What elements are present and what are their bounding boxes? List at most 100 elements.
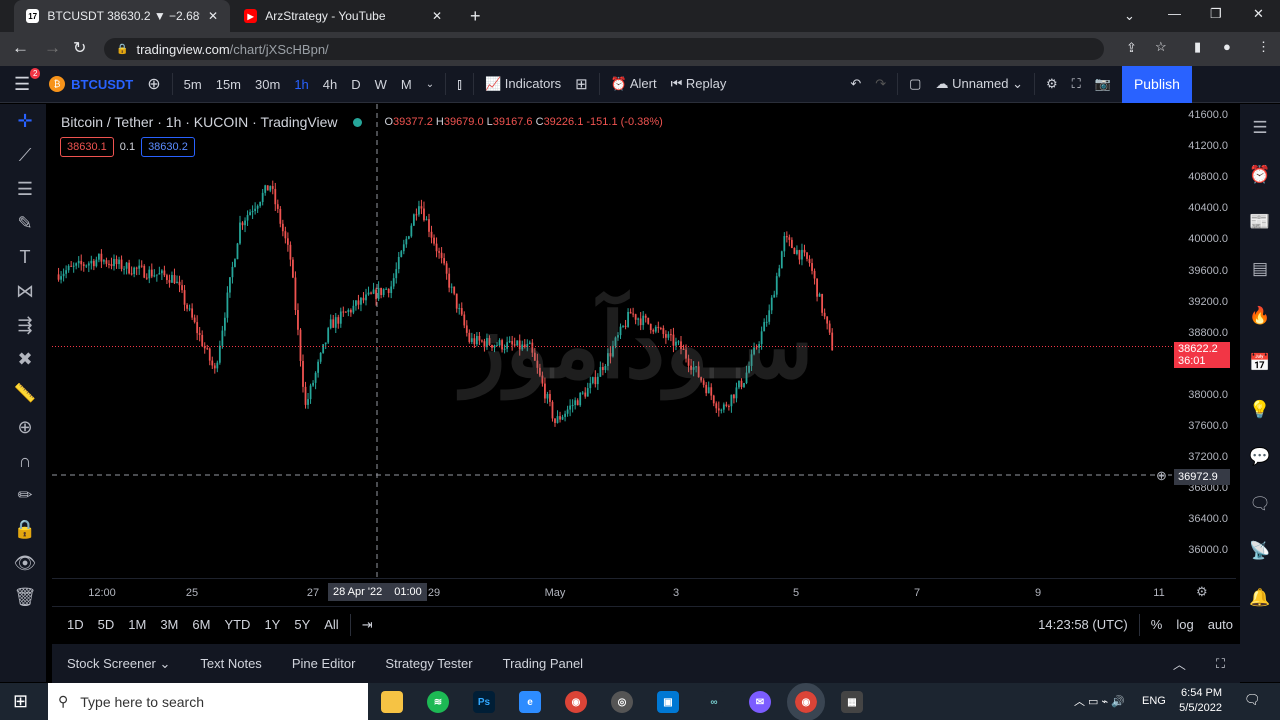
hide-drawings-icon[interactable]: 👁 bbox=[0, 546, 50, 580]
data-window-icon[interactable]: ▤ bbox=[1240, 245, 1280, 292]
chats-icon[interactable]: 💬 bbox=[1240, 433, 1280, 480]
app-icon[interactable]: ∞ bbox=[703, 691, 725, 713]
ideas-bulb-icon[interactable]: 💡 bbox=[1240, 386, 1280, 433]
menu-icon[interactable]: ⋮ bbox=[1257, 39, 1270, 55]
alerts-clock-icon[interactable]: ⏰ bbox=[1240, 151, 1280, 198]
chart-pane[interactable]: سـودآموز Bitcoin / Tether · 1h · KUCOIN … bbox=[52, 104, 1172, 578]
price-axis[interactable]: 41600.0 41200.0 40800.0 40400.0 40000.0 39600… bbox=[1172, 104, 1236, 578]
messenger-icon[interactable]: ✉ bbox=[749, 691, 771, 713]
interval-M[interactable]: M bbox=[394, 77, 419, 92]
notification-center-icon[interactable]: 🗨 bbox=[1244, 692, 1261, 708]
brush-tool-icon[interactable]: ✎ bbox=[0, 206, 50, 240]
stay-drawing-icon[interactable]: ✏ bbox=[0, 478, 50, 512]
pattern-tool-icon[interactable]: ⋈ bbox=[0, 274, 50, 308]
percent-scale-toggle[interactable]: % bbox=[1144, 617, 1170, 632]
calendar-icon[interactable]: 📅 bbox=[1240, 339, 1280, 386]
close-window-icon[interactable]: ✕ bbox=[1253, 6, 1264, 22]
collapse-panel-icon[interactable]: ︿ bbox=[1158, 654, 1201, 673]
back-icon[interactable]: ← bbox=[12, 38, 29, 58]
clock-timezone[interactable]: 14:23:58 (UTC) bbox=[1031, 617, 1135, 632]
edge-icon[interactable]: e bbox=[519, 691, 541, 713]
layout-name-button[interactable]: ☁ Unnamed ⌄ bbox=[928, 76, 1030, 92]
bookmark-star-icon[interactable]: ☆ bbox=[1155, 39, 1167, 55]
news-icon[interactable]: 📰 bbox=[1240, 198, 1280, 245]
url-input[interactable]: 🔒 tradingview.com/chart/jXScHBpn/ bbox=[104, 38, 1104, 60]
tab-trading-panel[interactable]: Trading Panel bbox=[488, 656, 598, 671]
interval-15m[interactable]: 15m bbox=[209, 77, 248, 92]
fib-tool-icon[interactable]: ☰ bbox=[0, 172, 50, 206]
indicators-button[interactable]: 📈 Indicators bbox=[478, 76, 568, 92]
settings-gear-icon[interactable]: ⚙ bbox=[1039, 76, 1065, 92]
redo-icon[interactable]: ↷ bbox=[868, 76, 893, 92]
goto-date-icon[interactable]: ⇥ bbox=[355, 617, 380, 633]
symbol-search-button[interactable]: BTCUSDT bbox=[65, 77, 140, 92]
spotify-icon[interactable]: ≋ bbox=[427, 691, 449, 713]
remove-drawings-icon[interactable]: ✖ bbox=[0, 342, 50, 376]
tab-search-icon[interactable]: ⌄ bbox=[1124, 8, 1135, 24]
share-icon[interactable]: ⇪ bbox=[1126, 40, 1137, 56]
axis-settings-gear-icon[interactable]: ⚙ bbox=[1196, 584, 1208, 600]
range-ytd[interactable]: YTD bbox=[217, 617, 257, 632]
main-menu-icon[interactable]: ☰ 2 bbox=[0, 67, 41, 95]
tab-pine-editor[interactable]: Pine Editor bbox=[277, 656, 371, 671]
chat-icon[interactable]: 🗨 bbox=[1240, 480, 1280, 527]
buy-button[interactable]: 38630.2 bbox=[141, 137, 195, 157]
tab-stock-screener[interactable]: Stock Screener ⌄ bbox=[52, 656, 185, 672]
tab-tradingview[interactable]: 17 BTCUSDT 38630.2 ▼ −2.68% Un ✕ bbox=[14, 0, 230, 32]
log-scale-toggle[interactable]: log bbox=[1169, 617, 1200, 632]
tab-youtube[interactable]: ▶ ArzStrategy - YouTube ✕ bbox=[232, 0, 454, 32]
close-tab-icon[interactable]: ✕ bbox=[208, 9, 218, 23]
taskbar-clock[interactable]: 6:54 PM 5/5/2022 bbox=[1176, 686, 1222, 716]
obs-icon[interactable]: ◎ bbox=[611, 691, 633, 713]
interval-30m[interactable]: 30m bbox=[248, 77, 287, 92]
range-1m[interactable]: 1M bbox=[121, 617, 153, 632]
publish-button[interactable]: Publish bbox=[1121, 65, 1192, 103]
interval-D[interactable]: D bbox=[344, 77, 367, 92]
lock-drawings-icon[interactable]: 🔒 bbox=[0, 512, 50, 546]
new-tab-icon[interactable]: + bbox=[470, 6, 481, 27]
maximize-icon[interactable]: ❐ bbox=[1210, 6, 1222, 22]
chrome-active-icon[interactable]: ◉ bbox=[787, 683, 825, 720]
interval-4h[interactable]: 4h bbox=[316, 77, 344, 92]
time-axis[interactable]: 12:00 25 27 29 May 3 5 7 9 11 28 Apr '22 01:00 ⚙ bbox=[52, 578, 1236, 606]
interval-1h[interactable]: 1h bbox=[287, 77, 315, 92]
compare-add-icon[interactable]: ⊕ bbox=[140, 74, 167, 94]
language-indicator[interactable]: ENG bbox=[1142, 695, 1166, 707]
range-1d[interactable]: 1D bbox=[60, 617, 91, 632]
photoshop-icon[interactable]: Ps bbox=[473, 691, 495, 713]
minimize-icon[interactable]: — bbox=[1168, 6, 1181, 21]
profile-icon[interactable]: ● bbox=[1223, 39, 1231, 54]
interval-W[interactable]: W bbox=[368, 77, 394, 92]
crosshair-tool-icon[interactable]: ✛ bbox=[0, 104, 50, 138]
add-alert-plus-icon[interactable]: ⊕ bbox=[1156, 468, 1167, 484]
prediction-tool-icon[interactable]: ⇶ bbox=[0, 308, 50, 342]
range-3m[interactable]: 3M bbox=[153, 617, 185, 632]
templates-icon[interactable]: ⊞ bbox=[568, 75, 595, 93]
windows-start-icon[interactable]: ⊞ bbox=[13, 691, 28, 712]
sidebar-icon[interactable]: ▮ bbox=[1194, 39, 1201, 55]
close-tab-icon[interactable]: ✕ bbox=[432, 9, 442, 23]
maximize-panel-icon[interactable]: ⛶ bbox=[1201, 656, 1240, 672]
snapshot-camera-icon[interactable]: 📷 bbox=[1088, 76, 1118, 92]
tray-icons[interactable]: ︿ ▭ ⌁ 🔊 bbox=[1074, 693, 1125, 709]
zoom-in-icon[interactable]: ⊕ bbox=[0, 410, 50, 444]
magnet-icon[interactable]: ∩ bbox=[0, 444, 50, 478]
text-tool-icon[interactable]: T bbox=[0, 240, 50, 274]
notifications-icon[interactable]: 🔔 bbox=[1240, 574, 1280, 621]
trash-icon[interactable]: 🗑 bbox=[0, 580, 50, 614]
file-explorer-icon[interactable] bbox=[381, 691, 403, 713]
trendline-tool-icon[interactable]: ⟋ bbox=[0, 138, 50, 172]
range-5y[interactable]: 5Y bbox=[287, 617, 317, 632]
tab-strategy-tester[interactable]: Strategy Tester bbox=[370, 656, 487, 671]
candle-type-icon[interactable]: ⫾ bbox=[450, 76, 469, 93]
sell-button[interactable]: 38630.1 bbox=[60, 137, 114, 157]
layout-icon[interactable]: ▢ bbox=[902, 76, 928, 92]
replay-button[interactable]: ⏮ Replay bbox=[664, 76, 734, 92]
ruler-icon[interactable]: 📏 bbox=[0, 376, 50, 410]
chrome-icon[interactable]: ◉ bbox=[565, 691, 587, 713]
alert-button[interactable]: ⏰ Alert bbox=[604, 76, 664, 92]
store-icon[interactable]: ▣ bbox=[657, 691, 679, 713]
auto-scale-toggle[interactable]: auto bbox=[1201, 617, 1240, 632]
hotlists-flame-icon[interactable]: 🔥 bbox=[1240, 292, 1280, 339]
range-6m[interactable]: 6M bbox=[185, 617, 217, 632]
